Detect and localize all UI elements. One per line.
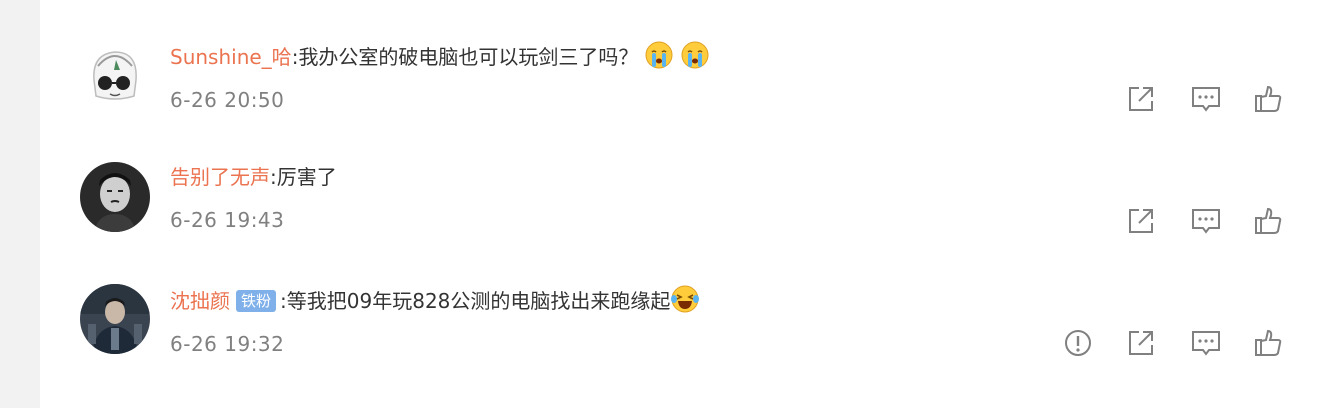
like-icon[interactable] xyxy=(1252,327,1284,359)
avatar[interactable] xyxy=(80,40,150,110)
like-icon[interactable] xyxy=(1252,83,1284,115)
avatar[interactable] xyxy=(80,162,150,232)
separator: : xyxy=(280,289,287,313)
timestamp: 6-26 19:32 xyxy=(170,332,285,356)
comment-item: 沈拙颜 铁粉:等我把09年玩828公测的电脑找出来跑缘起 6-26 19:32 xyxy=(40,244,1322,364)
share-icon[interactable] xyxy=(1125,83,1157,115)
comment-list: Sunshine_哈: 我办公室的破电脑也可以玩剑三了吗？ 6-26 20:50 xyxy=(40,0,1322,408)
username[interactable]: 沈拙颜 xyxy=(170,289,230,313)
laughing-tears-emoji xyxy=(670,284,700,314)
comment-icon[interactable] xyxy=(1190,83,1222,115)
comment-text: 等我把09年玩828公测的电脑找出来跑缘起 xyxy=(286,289,671,313)
comment-text: 厉害了 xyxy=(276,165,337,189)
timestamp: 6-26 20:50 xyxy=(170,88,285,112)
avatar[interactable] xyxy=(80,284,150,354)
timestamp: 6-26 19:43 xyxy=(170,208,285,232)
comment-text: 我办公室的破电脑也可以玩剑三了吗？ xyxy=(298,45,639,69)
report-icon[interactable] xyxy=(1062,327,1094,359)
comment-icon[interactable] xyxy=(1190,205,1222,237)
separator: : xyxy=(270,165,277,189)
username[interactable]: 告别了无声 xyxy=(170,165,270,189)
share-icon[interactable] xyxy=(1125,327,1157,359)
comment-item: Sunshine_哈:我办公室的破电脑也可以玩剑三了吗？ 6-26 20:50 xyxy=(40,0,1322,120)
crying-emoji xyxy=(644,40,674,70)
comment-item: 告别了无声:厉害了 6-26 19:43 xyxy=(40,122,1322,242)
fan-badge[interactable]: 铁粉 xyxy=(236,290,277,312)
username[interactable]: Sunshine_哈 xyxy=(170,45,292,69)
share-icon[interactable] xyxy=(1125,205,1157,237)
comment-icon[interactable] xyxy=(1190,327,1222,359)
like-icon[interactable] xyxy=(1252,205,1284,237)
crying-emoji xyxy=(680,40,710,70)
